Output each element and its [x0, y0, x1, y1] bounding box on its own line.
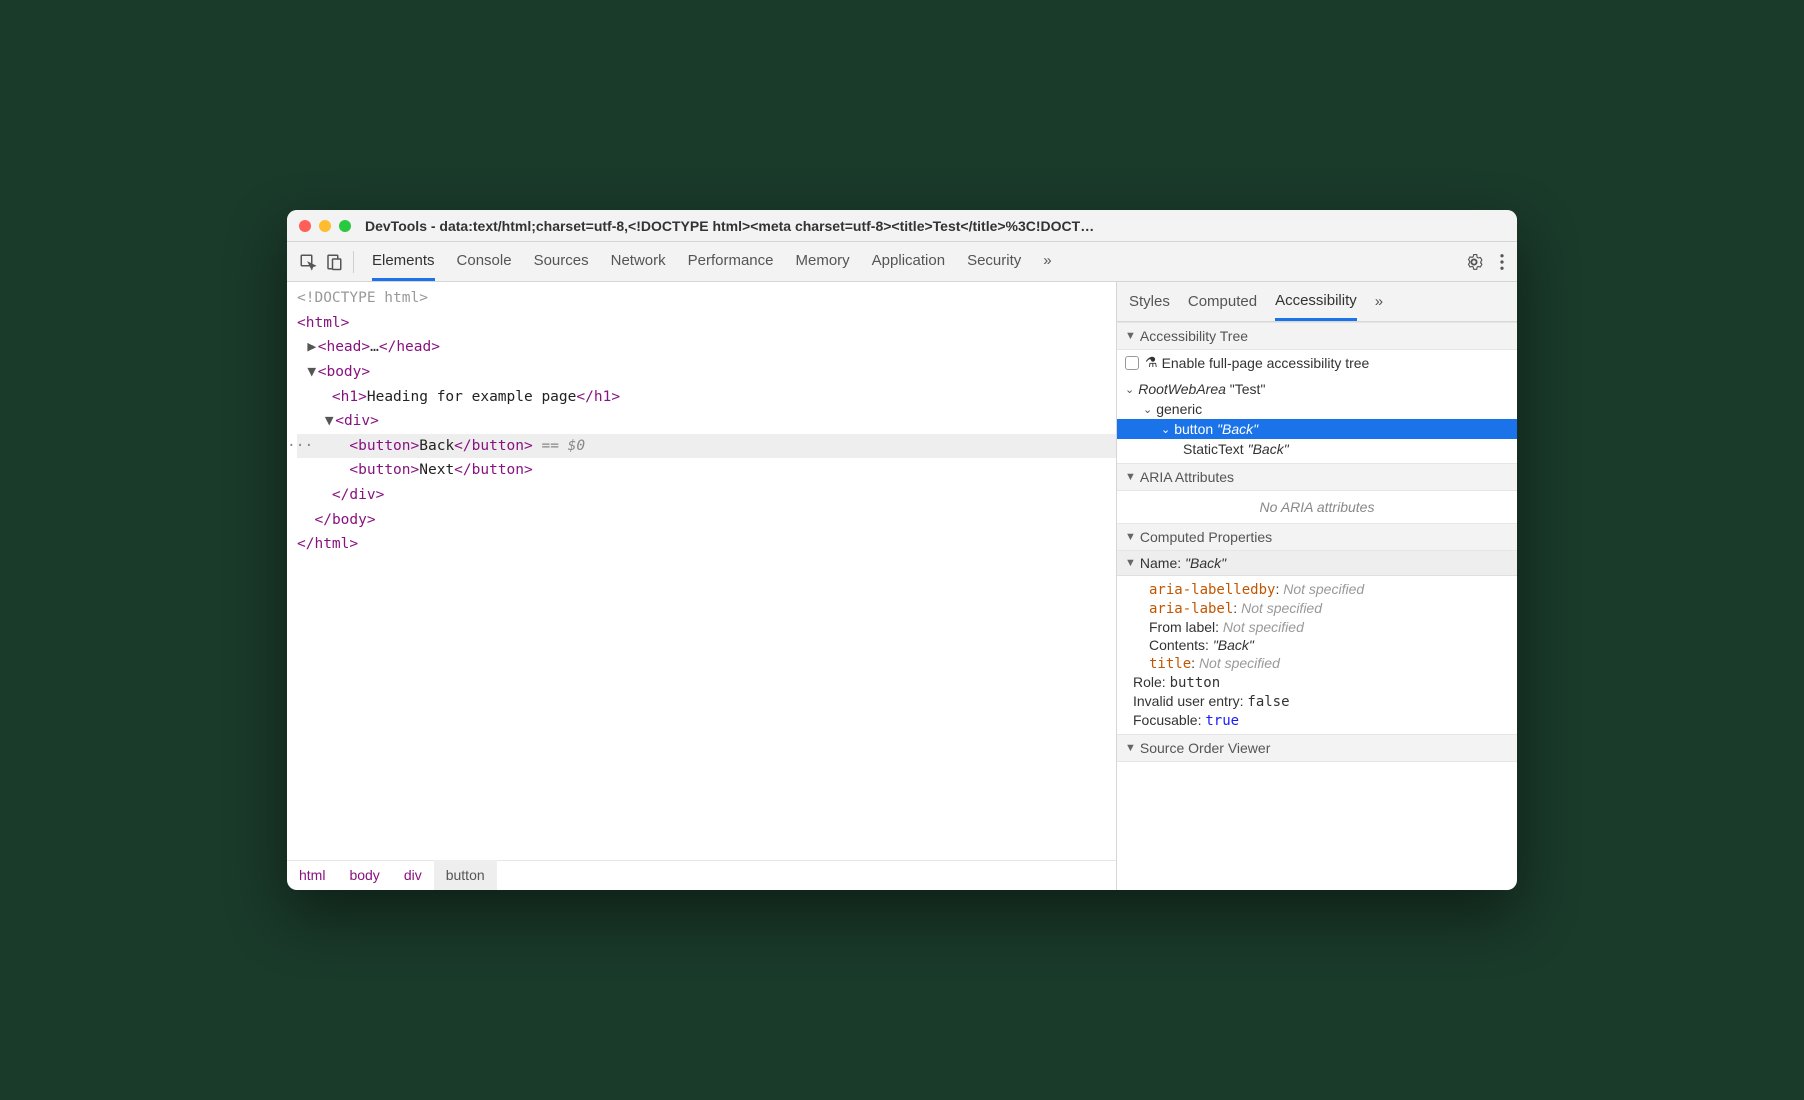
flask-icon: ⚗ — [1145, 354, 1158, 371]
inspect-icon[interactable] — [295, 253, 321, 271]
tab-elements[interactable]: Elements — [372, 243, 435, 281]
prop-aria-label: aria-label: Not specified — [1125, 599, 1509, 618]
breadcrumb-button[interactable]: button — [434, 860, 497, 890]
prop-invalid: Invalid user entry: false — [1125, 692, 1509, 711]
no-aria-text: No ARIA attributes — [1260, 499, 1375, 515]
gear-icon[interactable] — [1465, 253, 1483, 271]
breadcrumb-html[interactable]: html — [287, 860, 337, 890]
breadcrumb-body[interactable]: body — [337, 860, 391, 890]
computed-props-header[interactable]: ▼Computed Properties — [1117, 523, 1517, 551]
tab-console[interactable]: Console — [457, 243, 512, 281]
more-tabs-button[interactable]: » — [1043, 243, 1051, 281]
dom-button-back[interactable]: <button>Back</button> == $0 — [297, 434, 1116, 459]
a11y-enable-row[interactable]: ⚗ Enable full-page accessibility tree — [1117, 350, 1517, 375]
breadcrumb-div[interactable]: div — [392, 860, 434, 890]
dom-body-close[interactable]: </body> — [297, 508, 1116, 533]
tab-sources[interactable]: Sources — [534, 243, 589, 281]
side-tabs: Styles Computed Accessibility » — [1117, 282, 1517, 322]
computed-body: aria-labelledby: Not specified aria-labe… — [1117, 576, 1517, 734]
side-tab-computed[interactable]: Computed — [1188, 284, 1257, 319]
dom-div-open[interactable]: ▼<div> — [297, 409, 1116, 434]
close-window-button[interactable] — [299, 220, 311, 232]
side-tab-accessibility[interactable]: Accessibility — [1275, 283, 1357, 321]
panel-tabs: Elements Console Sources Network Perform… — [372, 243, 1465, 281]
prop-contents: Contents: "Back" — [1125, 636, 1509, 654]
side-panel: Styles Computed Accessibility » ▼Accessi… — [1117, 282, 1517, 890]
dom-div-close[interactable]: </div> — [297, 483, 1116, 508]
side-tab-more[interactable]: » — [1375, 284, 1383, 319]
a11y-tree-header[interactable]: ▼Accessibility Tree — [1117, 322, 1517, 350]
separator — [353, 251, 354, 273]
devtools-window: DevTools - data:text/html;charset=utf-8,… — [287, 210, 1517, 890]
a11y-tree-body: ⌄RootWebArea "Test" ⌄generic — [1117, 375, 1517, 419]
window-title: DevTools - data:text/html;charset=utf-8,… — [365, 218, 1505, 234]
prop-aria-labelledby: aria-labelledby: Not specified — [1125, 580, 1509, 599]
tab-network[interactable]: Network — [611, 243, 666, 281]
toolbar-right — [1465, 253, 1509, 271]
prop-focusable: Focusable: true — [1125, 711, 1509, 730]
dom-html-open[interactable]: <html> — [297, 311, 1116, 336]
tab-performance[interactable]: Performance — [688, 243, 774, 281]
side-tab-styles[interactable]: Styles — [1129, 284, 1170, 319]
prop-title: title: Not specified — [1125, 654, 1509, 673]
a11y-generic[interactable]: ⌄generic — [1125, 399, 1509, 419]
main-toolbar: Elements Console Sources Network Perform… — [287, 242, 1517, 282]
minimize-window-button[interactable] — [319, 220, 331, 232]
dom-body-open[interactable]: ▼<body> — [297, 360, 1116, 385]
dom-panel: <!DOCTYPE html> <html> ▶<head>…</head> ▼… — [287, 282, 1117, 890]
aria-body: No ARIA attributes — [1117, 491, 1517, 523]
aria-header[interactable]: ▼ARIA Attributes — [1117, 463, 1517, 491]
dom-doctype[interactable]: <!DOCTYPE html> — [297, 286, 1116, 311]
source-order-header[interactable]: ▼Source Order Viewer — [1117, 734, 1517, 762]
enable-label: Enable full-page accessibility tree — [1162, 355, 1370, 371]
a11y-static-text[interactable]: StaticText "Back" — [1125, 439, 1509, 459]
maximize-window-button[interactable] — [339, 220, 351, 232]
titlebar: DevTools - data:text/html;charset=utf-8,… — [287, 210, 1517, 242]
tab-application[interactable]: Application — [872, 243, 945, 281]
breadcrumb: html body div button — [287, 860, 1116, 890]
device-toggle-icon[interactable] — [321, 253, 347, 271]
tab-memory[interactable]: Memory — [796, 243, 850, 281]
a11y-root[interactable]: ⌄RootWebArea "Test" — [1125, 379, 1509, 399]
a11y-button-selected[interactable]: ⌄button "Back" — [1117, 419, 1517, 439]
dom-html-close[interactable]: </html> — [297, 532, 1116, 557]
a11y-static-text-row: StaticText "Back" — [1117, 439, 1517, 463]
prop-role: Role: button — [1125, 673, 1509, 692]
kebab-menu-icon[interactable] — [1495, 253, 1509, 271]
traffic-lights — [299, 220, 351, 232]
prop-from-label: From label: Not specified — [1125, 618, 1509, 636]
content-area: <!DOCTYPE html> <html> ▶<head>…</head> ▼… — [287, 282, 1517, 890]
dom-tree[interactable]: <!DOCTYPE html> <html> ▶<head>…</head> ▼… — [287, 282, 1116, 860]
enable-checkbox[interactable] — [1125, 356, 1139, 370]
dom-head[interactable]: ▶<head>…</head> — [297, 335, 1116, 360]
dom-button-next[interactable]: <button>Next</button> — [297, 458, 1116, 483]
dom-h1[interactable]: <h1>Heading for example page</h1> — [297, 385, 1116, 410]
computed-name-row[interactable]: ▼Name: "Back" — [1117, 551, 1517, 576]
tab-security[interactable]: Security — [967, 243, 1021, 281]
